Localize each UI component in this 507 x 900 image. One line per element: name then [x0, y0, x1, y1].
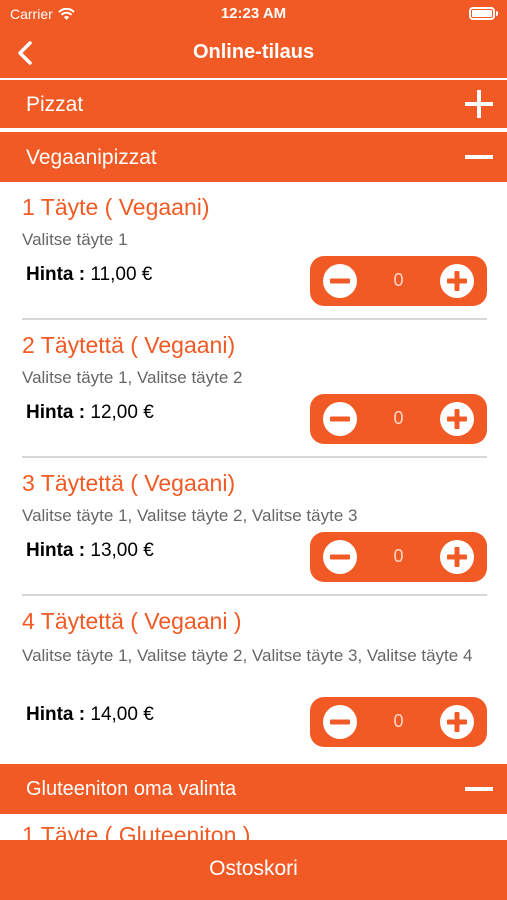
product-description: Valitse täyte 1: [22, 230, 128, 249]
quantity-stepper: 0: [310, 256, 487, 306]
cart-button[interactable]: Ostoskori: [0, 840, 507, 900]
minus-circle-icon[interactable]: [322, 704, 358, 740]
plus-circle-icon[interactable]: [439, 704, 475, 740]
product-price: Hinta : 14,00 €: [26, 704, 154, 726]
battery-icon: [469, 7, 498, 20]
minus-circle-icon[interactable]: [322, 539, 358, 575]
category-header-vegaanipizzat[interactable]: Vegaanipizzat: [0, 132, 507, 182]
price-value: 14,00 €: [90, 704, 154, 725]
product-name: 4 Täytettä ( Vegaani ): [22, 608, 242, 634]
quantity-value: 0: [393, 711, 404, 731]
category-header-pizzat[interactable]: Pizzat: [0, 80, 507, 128]
product-price: Hinta : 13,00 €: [26, 540, 154, 562]
price-value: 11,00 €: [90, 264, 153, 285]
cart-label: Ostoskori: [209, 857, 298, 880]
plus-circle-icon[interactable]: [439, 539, 475, 575]
status-bar: Carrier 12:23 AM: [0, 0, 507, 28]
plus-circle-icon[interactable]: [439, 401, 475, 437]
minus-icon[interactable]: [463, 773, 495, 805]
product-item: 3 Täytettä ( Vegaani) Valitse täyte 1, V…: [0, 458, 507, 596]
quantity-stepper: 0: [310, 394, 487, 444]
minus-circle-icon[interactable]: [322, 263, 358, 299]
minus-icon[interactable]: [463, 141, 495, 173]
product-item: 1 Täyte ( Vegaani) Valitse täyte 1 Hinta…: [0, 182, 507, 320]
price-label: Hinta :: [26, 264, 86, 285]
price-label: Hinta :: [26, 402, 86, 423]
plus-icon[interactable]: [463, 88, 495, 120]
price-value: 13,00 €: [90, 540, 154, 561]
plus-circle-icon[interactable]: [439, 263, 475, 299]
product-name: 2 Täytettä ( Vegaani): [22, 332, 236, 358]
product-description: Valitse täyte 1, Valitse täyte 2, Valits…: [22, 646, 473, 665]
product-name: 3 Täytettä ( Vegaani): [22, 470, 236, 496]
price-label: Hinta :: [26, 540, 86, 561]
category-title: Gluteeniton oma valinta: [26, 778, 237, 800]
category-title: Vegaanipizzat: [26, 146, 157, 169]
product-item: 2 Täytettä ( Vegaani) Valitse täyte 1, V…: [0, 320, 507, 458]
navigation-bar: Online-tilaus: [0, 28, 507, 78]
product-description: Valitse täyte 1, Valitse täyte 2: [22, 368, 243, 387]
quantity-value: 0: [393, 408, 404, 428]
quantity-stepper: 0: [310, 532, 487, 582]
minus-circle-icon[interactable]: [322, 401, 358, 437]
product-description: Valitse täyte 1, Valitse täyte 2, Valits…: [22, 506, 358, 525]
quantity-value: 0: [393, 546, 404, 566]
price-label: Hinta :: [26, 704, 86, 725]
category-title: Pizzat: [26, 93, 84, 116]
product-name: 1 Täyte ( Vegaani): [22, 194, 210, 220]
price-value: 12,00 €: [90, 402, 154, 423]
product-price: Hinta : 11,00 €: [26, 264, 152, 286]
category-header-gluteeniton[interactable]: Gluteeniton oma valinta: [0, 764, 507, 814]
product-item: 4 Täytettä ( Vegaani ) Valitse täyte 1, …: [0, 596, 507, 762]
product-price: Hinta : 12,00 €: [26, 402, 154, 424]
page-title: Online-tilaus: [192, 41, 315, 63]
quantity-value: 0: [393, 270, 404, 290]
quantity-stepper: 0: [310, 697, 487, 747]
status-time: 12:23 AM: [220, 5, 287, 22]
